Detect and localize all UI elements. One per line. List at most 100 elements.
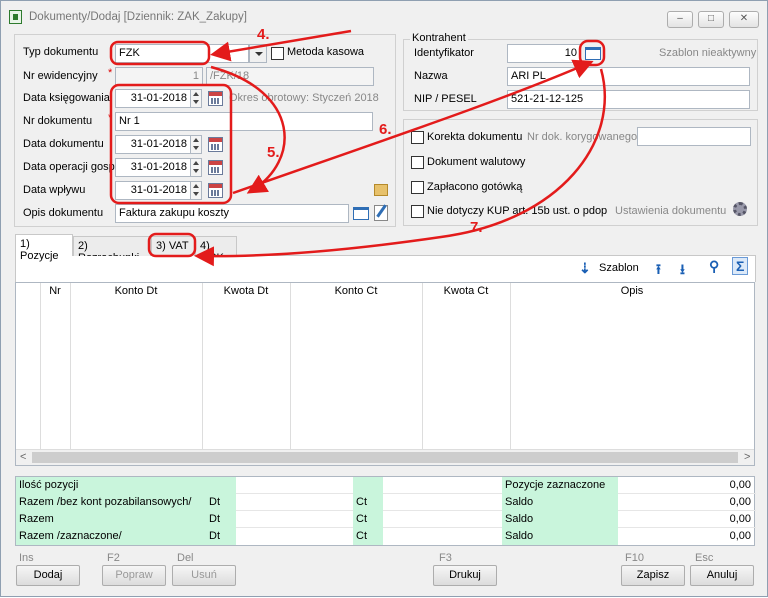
close-button[interactable]: ✕ [729, 11, 759, 28]
col-header-opis[interactable]: Opis [510, 283, 754, 300]
col-divider [40, 283, 41, 449]
data-ksiegowania-spinner[interactable] [190, 89, 202, 108]
summary-right-label: Saldo [502, 528, 618, 545]
summary-dt: Dt [206, 494, 236, 511]
col-header-kwota-dt[interactable]: Kwota Dt [202, 283, 290, 300]
col-divider [422, 283, 423, 449]
col-header-nr[interactable]: Nr [40, 283, 70, 300]
summary-row: Razem /zaznaczone/ Dt Ct Saldo 0,00 [16, 528, 756, 545]
ustawienia-link[interactable]: Ustawienia dokumentu [615, 205, 726, 217]
summary-right-label: Pozycje zaznaczone [502, 477, 618, 494]
zapisz-button[interactable]: Zapisz [621, 565, 685, 586]
note-icon[interactable] [374, 184, 388, 196]
szablon-button[interactable]: Szablon [599, 262, 639, 274]
summary-row: Ilość pozycji Pozycje zaznaczone 0,00 [16, 477, 756, 494]
anuluj-shortcut: Esc [695, 552, 714, 564]
col-header-kwota-ct[interactable]: Kwota Ct [422, 283, 510, 300]
app-icon [9, 10, 22, 24]
annotation-7: 7. [470, 219, 483, 236]
data-dokumentu-spinner[interactable] [190, 135, 202, 154]
summary-ct: Ct [353, 528, 383, 545]
data-ksiegowania-field[interactable]: 31-01-2018 [115, 89, 191, 108]
zaplacono-checkbox[interactable] [411, 181, 424, 194]
sigma-icon[interactable]: Σ [732, 257, 749, 275]
horizontal-scrollbar[interactable]: < > [16, 449, 754, 465]
positions-grid[interactable]: Nr Konto Dt Kwota Dt Konto Ct Kwota Ct O… [15, 282, 755, 466]
scroll-right-icon[interactable]: > [744, 451, 750, 463]
szablon-icon[interactable]: ⇣ [579, 260, 591, 277]
nazwa-field[interactable]: ARI PL [507, 67, 750, 86]
col-divider [202, 283, 203, 449]
nr-korygowanego-label: Nr dok. korygowanego [527, 131, 638, 143]
data-operacji-field[interactable]: 31-01-2018 [115, 158, 191, 177]
nr-ewidencyjny-suffix: /FZK/18 [206, 67, 374, 86]
folder-icon[interactable] [353, 207, 369, 220]
col-header-konto-ct[interactable]: Konto Ct [290, 283, 422, 300]
dodaj-button[interactable]: Dodaj [16, 565, 80, 586]
data-wplywu-field[interactable]: 31-01-2018 [115, 181, 191, 200]
summary-label: Ilość pozycji [16, 477, 206, 494]
annotation-6: 6. [379, 121, 392, 138]
walutowy-label: Dokument walutowy [427, 156, 526, 168]
move-down-icon[interactable]: ⭳ [680, 259, 685, 283]
annotation-4: 4. [257, 26, 270, 43]
opis-dokumentu-field[interactable]: Faktura zakupu koszty [115, 204, 349, 223]
minimize-icon: – [677, 13, 683, 24]
summary-right-value: 0,00 [729, 496, 751, 508]
search-icon[interactable]: ⚲ [709, 258, 719, 275]
data-operacji-spinner[interactable] [190, 158, 202, 177]
kup-checkbox[interactable] [411, 205, 424, 218]
calendar-icon[interactable] [208, 160, 223, 175]
kup-label: Nie dotyczy KUP art. 15b ust. o pdop [427, 205, 608, 217]
data-dokumentu-label: Data dokumentu [23, 138, 104, 150]
nazwa-label: Nazwa [414, 70, 448, 82]
calendar-icon[interactable] [208, 183, 223, 198]
calendar-icon[interactable] [208, 91, 223, 106]
grid-toolbar [15, 256, 756, 282]
tab-pozycje[interactable]: 1) Pozycje [15, 234, 73, 262]
scroll-left-icon[interactable]: < [20, 451, 26, 463]
zapisz-shortcut: F10 [625, 552, 644, 564]
anuluj-button[interactable]: Anuluj [690, 565, 754, 586]
maximize-button[interactable]: □ [698, 11, 724, 28]
dodaj-shortcut: Ins [19, 552, 34, 564]
gear-icon[interactable] [733, 202, 747, 216]
identyfikator-label: Identyfikator [414, 47, 474, 59]
popraw-button[interactable]: Popraw [102, 565, 166, 586]
tab-vat[interactable]: 3) VAT [151, 236, 195, 256]
tab-mpk[interactable]: 4) MPK [195, 236, 237, 264]
tab-rozrachunki[interactable]: 2) Rozrachunki [73, 236, 151, 264]
nr-dokumentu-field[interactable]: Nr 1 [115, 112, 373, 131]
calendar-icon[interactable] [208, 137, 223, 152]
metoda-kasowa-checkbox[interactable] [271, 47, 284, 60]
nip-field[interactable]: 521-21-12-125 [507, 90, 750, 109]
kontrahent-group-label: Kontrahent [410, 32, 468, 44]
data-dokumentu-field[interactable]: 31-01-2018 [115, 135, 191, 154]
col-header-konto-dt[interactable]: Konto Dt [70, 283, 202, 300]
summary-right-value: 0,00 [729, 479, 751, 491]
summary-right-value: 0,00 [729, 513, 751, 525]
walutowy-checkbox[interactable] [411, 156, 424, 169]
nr-korygowanego-field[interactable] [637, 127, 751, 146]
minimize-button[interactable]: – [667, 11, 693, 28]
scroll-thumb[interactable] [32, 452, 738, 463]
nr-ewidencyjny-field[interactable]: 1 [115, 67, 203, 86]
korekta-label: Korekta dokumentu [427, 131, 523, 143]
kontrahent-picker-icon[interactable] [585, 47, 601, 60]
col-divider [290, 283, 291, 449]
edit-icon[interactable] [374, 205, 388, 221]
summary-right-label: Saldo [502, 511, 618, 528]
data-ksiegowania-label: Data księgowania [23, 92, 110, 104]
summary-table: Ilość pozycji Pozycje zaznaczone 0,00 Ra… [15, 476, 756, 546]
summary-dt: Dt [206, 511, 236, 528]
korekta-checkbox[interactable] [411, 131, 424, 144]
usun-button[interactable]: Usuń [172, 565, 236, 586]
typ-dokumentu-combo[interactable]: FZK [115, 44, 249, 63]
summary-ct: Ct [353, 511, 383, 528]
data-wplywu-spinner[interactable] [190, 181, 202, 200]
drukuj-button[interactable]: Drukuj [433, 565, 497, 586]
move-up-icon[interactable]: ⭱ [656, 259, 661, 283]
identyfikator-field[interactable]: 10 [507, 44, 581, 63]
typ-dropdown-button[interactable] [249, 44, 267, 63]
popraw-shortcut: F2 [107, 552, 120, 564]
